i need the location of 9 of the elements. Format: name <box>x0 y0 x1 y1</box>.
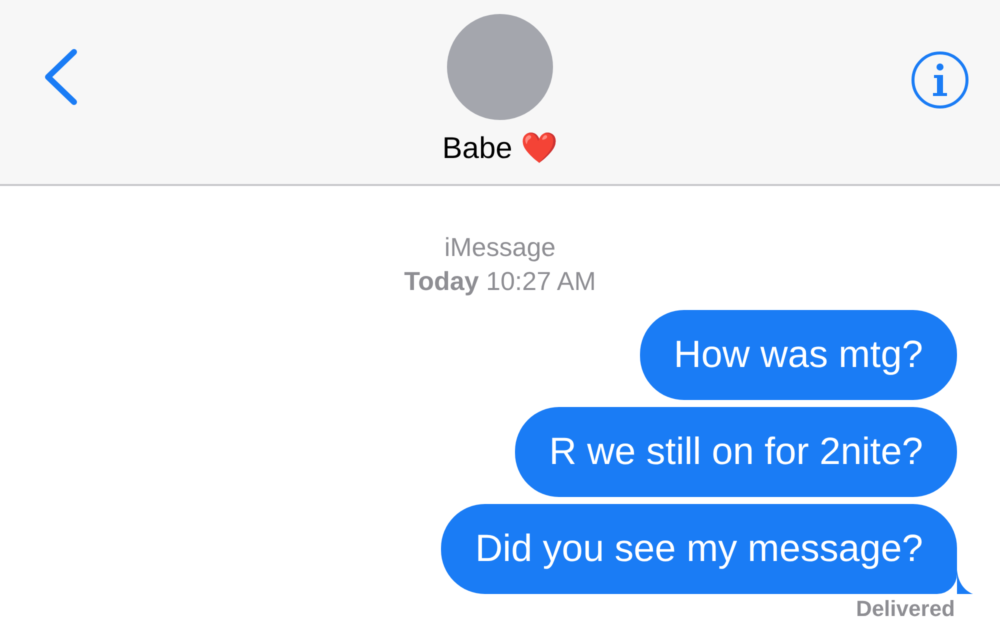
contact-name: Babe ❤ <box>442 131 558 166</box>
timestamp: Today 10:27 AM <box>404 265 596 298</box>
service-label: iMessage <box>444 231 556 264</box>
bubble-tail-icon <box>957 570 973 594</box>
info-icon[interactable] <box>910 50 970 110</box>
message-bubble: How was mtg? <box>640 310 957 400</box>
delivery-status: Delivered <box>856 596 955 622</box>
back-icon[interactable] <box>42 48 78 106</box>
message-bubble: R we still on for 2nite? <box>515 407 957 497</box>
